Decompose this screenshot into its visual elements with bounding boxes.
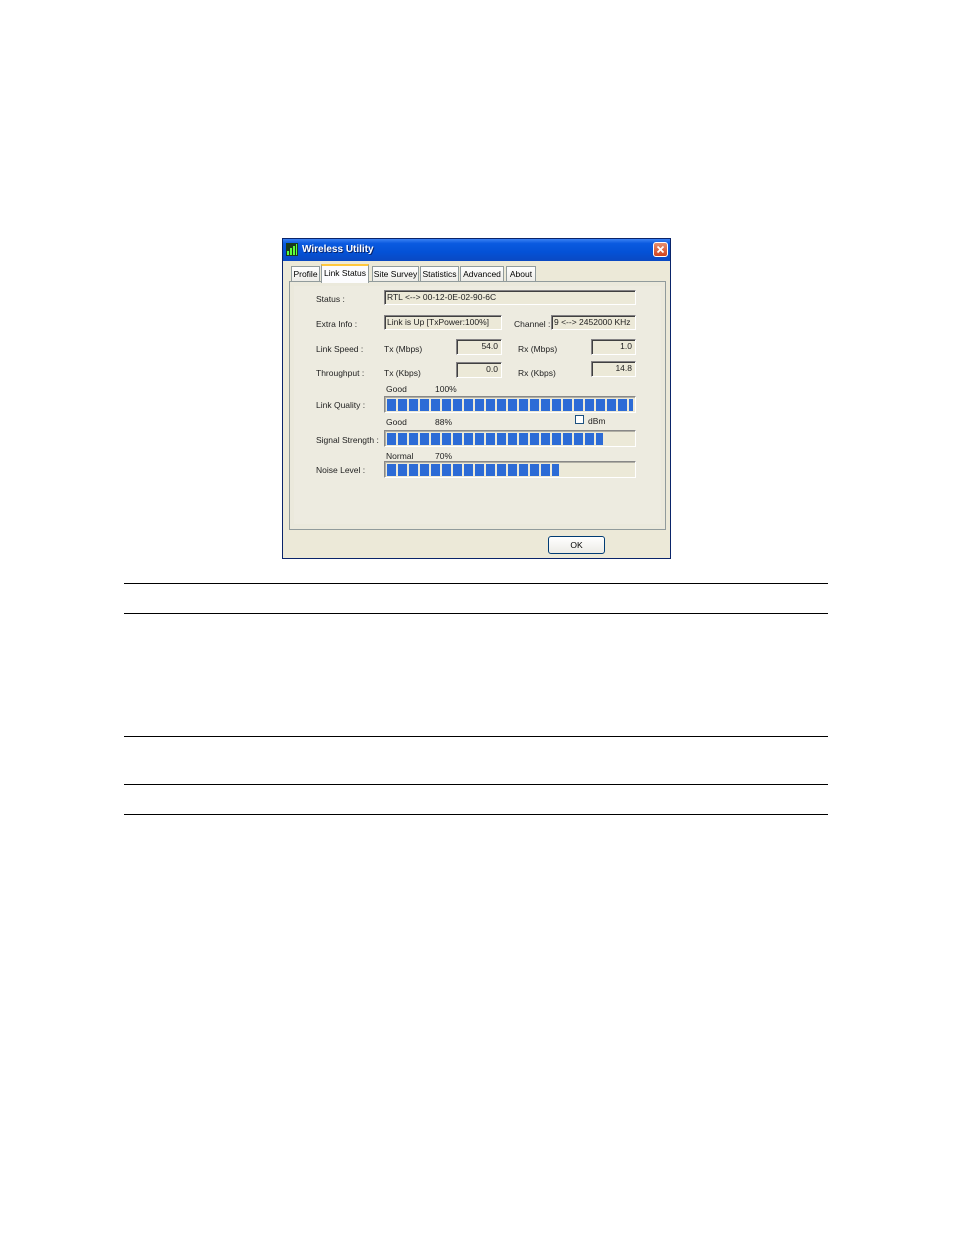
noise-level-percent: 70% (435, 451, 453, 461)
rx-mbps-label: Rx (Mbps) (518, 344, 558, 354)
extra-info-label: Extra Info : (316, 319, 358, 329)
wireless-utility-window: Wireless Utility Profile Link Status Sit… (282, 238, 671, 559)
title-bar[interactable]: Wireless Utility (283, 239, 670, 261)
tab-about[interactable]: About (506, 266, 536, 282)
signal-strength-status: Good (386, 417, 407, 427)
dbm-label: dBm (588, 416, 606, 426)
link-speed-label: Link Speed : (316, 344, 364, 354)
rx-kbps-field: 14.8 (591, 361, 636, 377)
wireless-signal-icon (286, 243, 298, 256)
tab-profile[interactable]: Profile (291, 266, 320, 282)
link-quality-label: Link Quality : (316, 400, 366, 410)
divider-line (124, 613, 828, 614)
channel-field: 9 <--> 2452000 KHz (551, 315, 636, 330)
rx-mbps-field: 1.0 (591, 339, 636, 355)
dbm-checkbox[interactable] (575, 415, 584, 424)
tab-advanced[interactable]: Advanced (460, 266, 504, 282)
noise-level-fill (387, 464, 559, 476)
window-title: Wireless Utility (302, 244, 374, 255)
link-quality-percent: 100% (435, 384, 457, 394)
divider-line (124, 814, 828, 815)
status-field: RTL <--> 00-12-0E-02-90-6C (384, 290, 636, 305)
rx-kbps-label: Rx (Kbps) (518, 368, 556, 378)
throughput-label: Throughput : (316, 368, 365, 378)
close-button[interactable] (653, 242, 668, 257)
tx-mbps-field: 54.0 (456, 339, 502, 355)
link-quality-bar (384, 396, 636, 413)
noise-level-label: Noise Level : (316, 465, 366, 475)
signal-strength-bar (384, 430, 636, 447)
tx-mbps-label: Tx (Mbps) (384, 344, 423, 354)
panel-content: Status : RTL <--> 00-12-0E-02-90-6C Extr… (294, 286, 661, 524)
tab-statistics[interactable]: Statistics (420, 266, 459, 282)
extra-info-field: Link is Up [TxPower:100%] (384, 315, 502, 330)
link-status-panel: Status : RTL <--> 00-12-0E-02-90-6C Extr… (289, 281, 666, 530)
signal-strength-fill (387, 433, 603, 445)
noise-level-bar (384, 461, 636, 478)
link-quality-fill (387, 399, 633, 411)
signal-strength-label: Signal Strength : (316, 435, 379, 445)
noise-level-status: Normal (386, 451, 414, 461)
close-icon (656, 245, 665, 254)
tx-kbps-field: 0.0 (456, 362, 502, 378)
divider-line (124, 736, 828, 737)
channel-label: Channel : (514, 319, 551, 329)
tab-link-status[interactable]: Link Status (321, 264, 369, 283)
link-quality-status: Good (386, 384, 407, 394)
tab-site-survey[interactable]: Site Survey (372, 266, 419, 282)
tx-kbps-label: Tx (Kbps) (384, 368, 421, 378)
ok-button[interactable]: OK (548, 536, 605, 554)
signal-strength-percent: 88% (435, 417, 453, 427)
divider-line (124, 784, 828, 785)
status-label: Status : (316, 294, 345, 304)
divider-line (124, 583, 828, 584)
